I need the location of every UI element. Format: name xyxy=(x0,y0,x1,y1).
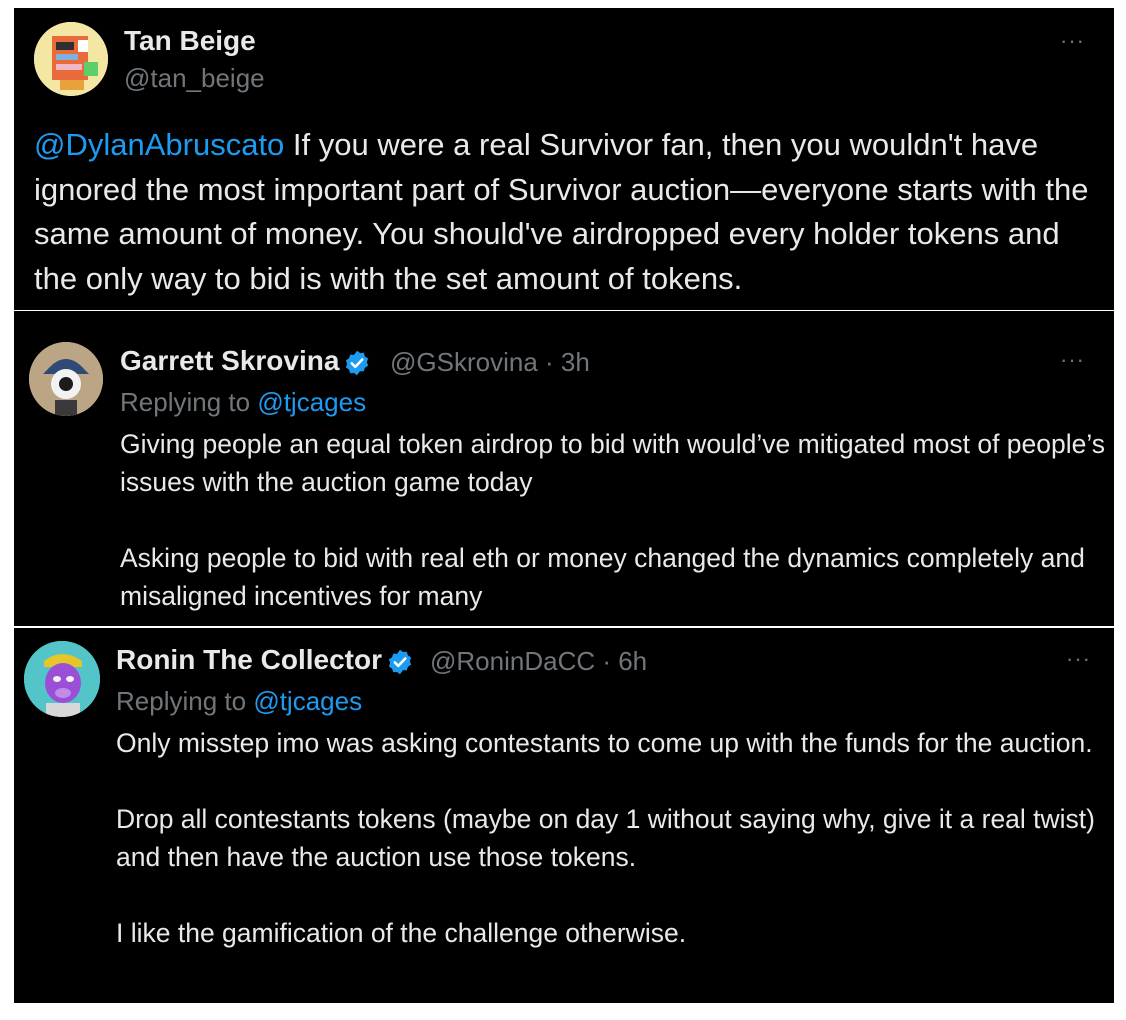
replying-to-link[interactable]: @tjcages xyxy=(253,686,362,716)
avatar-ronin[interactable] xyxy=(24,641,100,717)
replying-to-link[interactable]: @tjcages xyxy=(257,387,366,417)
tweet-tan-beige[interactable]: Tan Beige @tan_beige ··· @DylanAbruscato… xyxy=(14,8,1114,310)
tweet-text: @DylanAbruscato If you were a real Survi… xyxy=(34,123,1104,301)
avatar-tan-beige[interactable] xyxy=(34,22,108,96)
tweet-ronin-the-collector[interactable]: Ronin The Collector @RoninDaCC · 6h ··· … xyxy=(14,628,1114,1003)
tweet-paragraph: I like the gamification of the challenge… xyxy=(116,918,687,948)
author-name-text[interactable]: Garrett Skrovina xyxy=(120,345,339,376)
tweet-text: Giving people an equal token airdrop to … xyxy=(120,425,1110,615)
tweet-paragraph: Giving people an equal token airdrop to … xyxy=(120,429,1106,497)
tweet-paragraph: Drop all contestants tokens (maybe on da… xyxy=(116,804,1095,872)
tweet-paragraph: Asking people to bid with real eth or mo… xyxy=(120,543,1085,611)
author-name-text[interactable]: Ronin The Collector xyxy=(116,644,382,675)
author-handle[interactable]: @RoninDaCC · 6h xyxy=(430,646,647,677)
tweet-text: Only misstep imo was asking contestants … xyxy=(116,724,1101,952)
more-options-icon[interactable]: ··· xyxy=(1060,28,1085,54)
author-handle[interactable]: @GSkrovina · 3h xyxy=(390,347,590,378)
tweet-garrett-skrovina[interactable]: Garrett Skrovina @GSkrovina · 3h ··· Rep… xyxy=(14,311,1114,626)
replying-to-prefix: Replying to xyxy=(120,387,258,417)
author-name[interactable]: Garrett Skrovina xyxy=(120,345,377,377)
verified-badge-icon xyxy=(388,649,412,674)
avatar-garrett[interactable] xyxy=(29,342,103,416)
more-options-icon[interactable]: ··· xyxy=(1060,347,1085,373)
more-options-icon[interactable]: ··· xyxy=(1066,646,1091,672)
author-name[interactable]: Tan Beige xyxy=(124,25,256,57)
replying-to-prefix: Replying to xyxy=(116,686,254,716)
replying-to: Replying to @tjcages xyxy=(120,387,366,418)
author-handle[interactable]: @tan_beige xyxy=(124,63,265,94)
mention-link[interactable]: @DylanAbruscato xyxy=(34,127,284,162)
tweet-paragraph: Only misstep imo was asking contestants … xyxy=(116,728,1093,758)
author-name[interactable]: Ronin The Collector xyxy=(116,644,420,676)
replying-to: Replying to @tjcages xyxy=(116,686,362,717)
verified-badge-icon xyxy=(346,350,369,375)
